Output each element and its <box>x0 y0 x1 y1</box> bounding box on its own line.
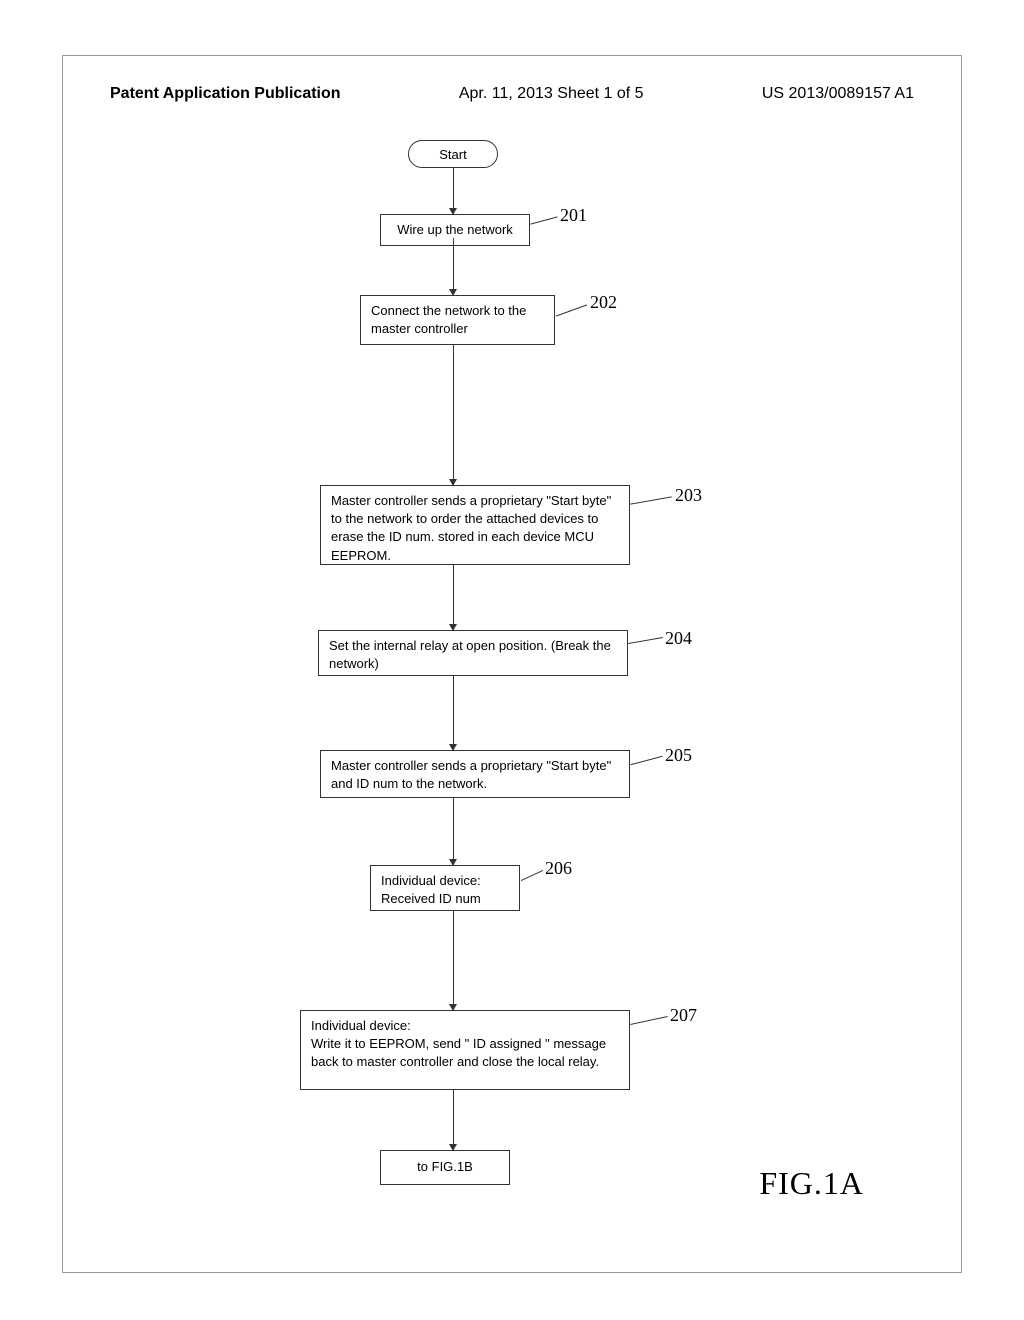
ref-label-202: 202 <box>590 292 617 313</box>
flowchart-container: Start Wire up the network 201 Connect th… <box>0 140 1024 1240</box>
start-node: Start <box>408 140 498 168</box>
leader-line <box>628 637 663 644</box>
continue-text: to FIG.1B <box>417 1158 473 1176</box>
step-204-text: Set the internal relay at open position.… <box>329 638 611 671</box>
page-header: Patent Application Publication Apr. 11, … <box>0 85 1024 103</box>
step-204-box: Set the internal relay at open position.… <box>318 630 628 676</box>
step-202-text: Connect the network to the master contro… <box>371 303 526 336</box>
step-205-text: Master controller sends a proprietary "S… <box>331 758 611 791</box>
ref-label-204: 204 <box>665 628 692 649</box>
step-201-box: Wire up the network <box>380 214 530 246</box>
continue-box: to FIG.1B <box>380 1150 510 1185</box>
step-201-text: Wire up the network <box>397 222 513 237</box>
leader-line <box>630 756 662 766</box>
ref-label-203: 203 <box>675 485 702 506</box>
connector <box>453 911 454 1010</box>
connector <box>453 1090 454 1150</box>
leader-line <box>630 496 672 504</box>
ref-label-206: 206 <box>545 858 572 879</box>
ref-label-201: 201 <box>560 205 587 226</box>
leader-line <box>521 870 543 881</box>
figure-label: FIG.1A <box>759 1165 864 1202</box>
step-206-box: Individual device: Received ID num <box>370 865 520 911</box>
step-203-box: Master controller sends a proprietary "S… <box>320 485 630 565</box>
step-202-box: Connect the network to the master contro… <box>360 295 555 345</box>
connector <box>453 798 454 865</box>
leader-line <box>530 216 557 224</box>
step-203-text: Master controller sends a proprietary "S… <box>331 493 611 563</box>
header-publication: Patent Application Publication <box>110 85 341 103</box>
step-207-box: Individual device: Write it to EEPROM, s… <box>300 1010 630 1090</box>
leader-line <box>556 304 587 316</box>
header-patent-number: US 2013/0089157 A1 <box>762 85 914 103</box>
ref-label-207: 207 <box>670 1005 697 1026</box>
connector <box>453 676 454 750</box>
connector <box>453 345 454 485</box>
ref-label-205: 205 <box>665 745 692 766</box>
leader-line <box>630 1016 667 1025</box>
step-205-box: Master controller sends a proprietary "S… <box>320 750 630 798</box>
connector <box>453 565 454 630</box>
connector <box>453 238 454 295</box>
step-207-text: Individual device: Write it to EEPROM, s… <box>311 1018 606 1069</box>
start-label: Start <box>439 147 466 162</box>
header-date-sheet: Apr. 11, 2013 Sheet 1 of 5 <box>459 85 644 103</box>
step-206-text: Individual device: Received ID num <box>381 873 481 906</box>
